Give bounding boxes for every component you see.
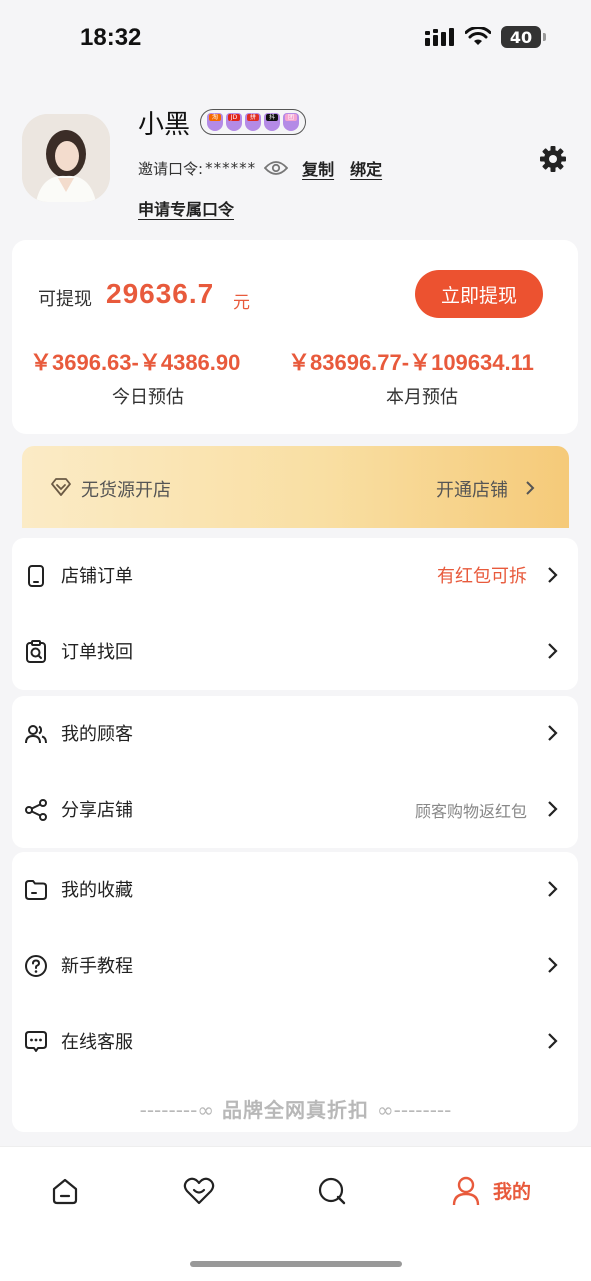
jd-badge-icon: JD [226,113,242,131]
signal-icon [425,28,454,46]
share-icon [25,799,47,821]
tab-favorites-heart-icon[interactable] [183,1176,215,1206]
slogan-right-decoration: ∞-------- [376,1098,452,1122]
month-estimate-label: 本月预估 [386,387,458,408]
douyin-badge-icon: 抖 [264,113,280,131]
chevron-right-icon [548,643,558,659]
chevron-right-icon [548,957,558,973]
tab-profile-icon[interactable] [452,1176,480,1206]
menu-label: 新手教程 [61,956,133,977]
customers-card: 我的顾客 分享店铺 顾客购物返红包 [12,696,578,848]
today-estimate-label: 今日预估 [112,387,184,408]
apply-code-link[interactable]: 申请专属口令 [138,196,234,220]
pdd-badge-icon: 拼 [245,113,261,131]
month-estimate-value: ￥83696.77-￥109634.11 [288,350,534,375]
help-icon [25,955,47,977]
orders-card: 店铺订单 有红包可拆 订单找回 [12,538,578,690]
gear-icon[interactable] [539,145,567,173]
wifi-icon [465,27,491,45]
brand-slogan: --------∞ 品牌全网真折扣 ∞-------- [0,1094,591,1123]
chevron-right-icon [548,567,558,583]
share-hint: 顾客购物返红包 [414,802,527,821]
invite-label: 邀请口令: [138,159,204,178]
menu-label: 订单找回 [61,642,133,663]
menu-label: 我的收藏 [61,880,133,901]
menu-label: 分享店铺 [61,800,133,821]
menu-item-customer-service[interactable]: 在线客服 [12,1004,578,1080]
slogan-left-decoration: --------∞ [139,1098,215,1122]
invite-row: 邀请口令: ****** 复制 绑定 [138,156,398,180]
chevron-right-icon [548,881,558,897]
withdraw-unit: 元 [233,293,250,313]
battery-level: 40 [509,27,533,47]
help-card: 我的收藏 新手教程 在线客服 [12,852,578,1132]
menu-item-order-recovery[interactable]: 订单找回 [12,614,578,690]
username: 小黑 [138,110,191,140]
chevron-right-icon [526,481,535,495]
tab-me-label[interactable]: 我的 [493,1177,531,1204]
menu-label: 在线客服 [61,1032,133,1053]
menu-item-my-customers[interactable]: 我的顾客 [12,696,578,772]
chevron-right-icon [548,801,558,817]
banner-title: 无货源开店 [81,480,171,501]
home-indicator [190,1261,402,1267]
chevron-right-icon [548,1033,558,1049]
withdraw-amount: 29636.7 [106,278,215,309]
menu-label: 店铺订单 [61,566,133,587]
users-icon [25,725,47,744]
eye-icon[interactable] [264,160,289,176]
today-estimate-value: ￥3696.63-￥4386.90 [30,350,241,375]
menu-label: 我的顾客 [61,724,133,745]
tab-search-icon[interactable] [317,1176,347,1206]
invite-code: ****** [205,159,257,177]
menu-item-favorites[interactable]: 我的收藏 [12,852,578,928]
status-icons: 40 [425,26,546,48]
taobao-badge-icon: 淘 [207,113,223,131]
red-packet-hint: 有红包可拆 [437,566,527,587]
folder-icon [25,880,47,900]
meituan-badge-icon: 团 [283,113,299,131]
chevron-right-icon [548,725,558,741]
battery-icon: 40 [501,26,546,48]
diamond-icon [51,478,71,496]
phone-icon [28,565,44,587]
avatar[interactable] [22,114,110,202]
withdraw-label: 可提现 [38,289,92,310]
menu-item-tutorial[interactable]: 新手教程 [12,928,578,1004]
tab-home-icon[interactable] [50,1176,80,1206]
status-time: 18:32 [80,24,142,51]
chat-icon [25,1031,47,1052]
bind-button[interactable]: 绑定 [350,156,382,180]
copy-button[interactable]: 复制 [302,156,334,180]
open-store-link[interactable]: 开通店铺 [436,476,508,502]
clipboard-search-icon [26,640,46,663]
slogan-text: 品牌全网真折扣 [222,1098,369,1122]
platform-badges: 淘 JD 拼 抖 团 [200,109,306,135]
menu-item-store-orders[interactable]: 店铺订单 有红包可拆 [12,538,578,614]
withdraw-button[interactable]: 立即提现 [415,270,543,318]
menu-item-share-store[interactable]: 分享店铺 顾客购物返红包 [12,772,578,848]
